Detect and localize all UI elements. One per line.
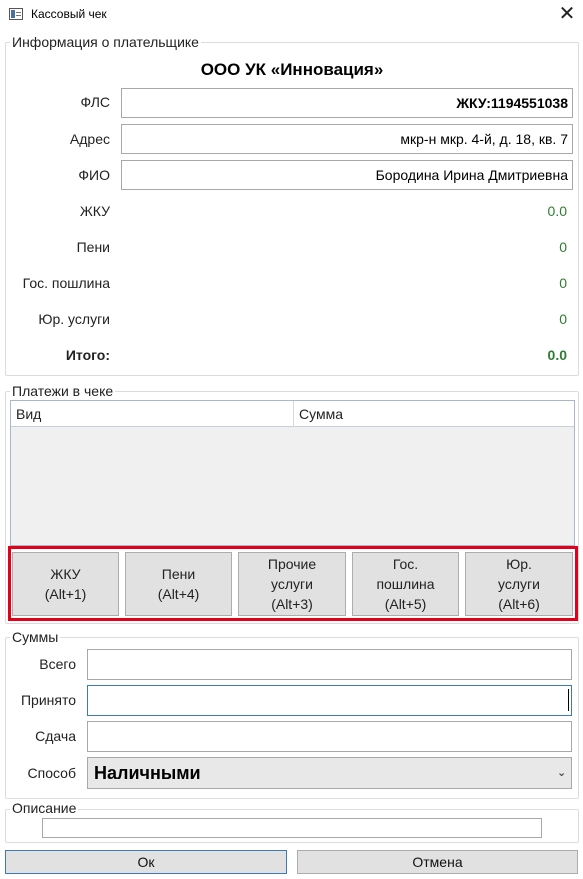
column-header-sum[interactable]: Сумма xyxy=(294,401,574,427)
ok-button[interactable]: Ок xyxy=(5,850,287,874)
text-caret xyxy=(568,689,569,711)
button-label-line: ЖКУ xyxy=(50,566,81,582)
add-other-services-button[interactable]: Прочие услуги (Alt+3) xyxy=(238,552,346,616)
column-header-type[interactable]: Вид xyxy=(11,401,294,427)
button-label-line: Юр. xyxy=(506,556,532,572)
payments-table[interactable]: Вид Сумма xyxy=(10,400,575,546)
total-value: 0.0 xyxy=(547,347,567,363)
button-label-line: (Alt+4) xyxy=(157,586,200,602)
zhku-value: 0.0 xyxy=(547,203,567,219)
close-icon[interactable]: ✕ xyxy=(554,2,580,28)
organization-name: ООО УК «Инновация» xyxy=(200,60,384,79)
payment-method-label: Способ xyxy=(27,765,76,781)
window-title: Кассовый чек xyxy=(31,7,107,21)
add-zhku-button[interactable]: ЖКУ (Alt+1) xyxy=(12,552,119,616)
button-label-line: услуги xyxy=(498,576,540,592)
payment-method-value: Наличными xyxy=(94,763,201,783)
total-label: Итого: xyxy=(65,347,110,363)
change-label: Сдача xyxy=(35,728,76,744)
payment-method-select[interactable]: Наличными ⌄ xyxy=(87,757,572,789)
description-input[interactable] xyxy=(42,818,542,838)
fls-label: ФЛС xyxy=(80,94,110,110)
add-state-duty-button[interactable]: Гос. пошлина (Alt+5) xyxy=(352,552,459,616)
button-label-line: услуги xyxy=(271,576,313,592)
title-bar: Кассовый чек ✕ xyxy=(0,0,583,30)
accepted-label: Принято xyxy=(20,692,76,708)
change-input[interactable] xyxy=(87,721,572,752)
button-label-line: Прочие xyxy=(267,556,317,572)
gos-value: 0 xyxy=(559,275,567,291)
zhku-label: ЖКУ xyxy=(79,203,110,219)
peni-value: 0 xyxy=(559,239,567,255)
address-label: Адрес xyxy=(69,131,110,147)
button-label-line: (Alt+5) xyxy=(384,596,427,612)
table-header: Вид Сумма xyxy=(11,401,574,427)
yur-label: Юр. услуги xyxy=(38,311,110,327)
total-sum-input[interactable] xyxy=(87,649,572,680)
button-label-line: Пени xyxy=(161,566,196,582)
address-field: мкр-н мкр. 4-й, д. 18, кв. 7 xyxy=(121,124,573,154)
button-label-line: (Alt+3) xyxy=(271,596,313,612)
fio-label: ФИО xyxy=(78,167,110,183)
peni-label: Пени xyxy=(76,239,110,255)
yur-value: 0 xyxy=(559,311,567,327)
button-label-line: (Alt+1) xyxy=(44,586,87,602)
payer-info-legend: Информация о плательщике xyxy=(10,34,201,50)
button-label-line: (Alt+6) xyxy=(498,596,540,612)
cancel-button[interactable]: Отмена xyxy=(297,850,578,874)
accepted-input[interactable] xyxy=(87,685,572,716)
payments-legend: Платежи в чеке xyxy=(10,383,116,399)
total-sum-label: Всего xyxy=(39,656,76,672)
fls-field: ЖКУ:1194551038 xyxy=(121,88,573,118)
button-label-line: Гос. xyxy=(392,556,419,572)
sums-legend: Суммы xyxy=(10,629,61,645)
fio-field: Бородина Ирина Дмитриевна xyxy=(121,160,573,190)
gos-label: Гос. пошлина xyxy=(22,275,110,291)
add-peni-button[interactable]: Пени (Alt+4) xyxy=(125,552,232,616)
add-legal-services-button[interactable]: Юр. услуги (Alt+6) xyxy=(465,552,573,616)
app-window-icon xyxy=(9,8,23,20)
chevron-down-icon: ⌄ xyxy=(557,767,567,779)
button-label-line: пошлина xyxy=(376,576,435,592)
description-legend: Описание xyxy=(10,800,79,816)
